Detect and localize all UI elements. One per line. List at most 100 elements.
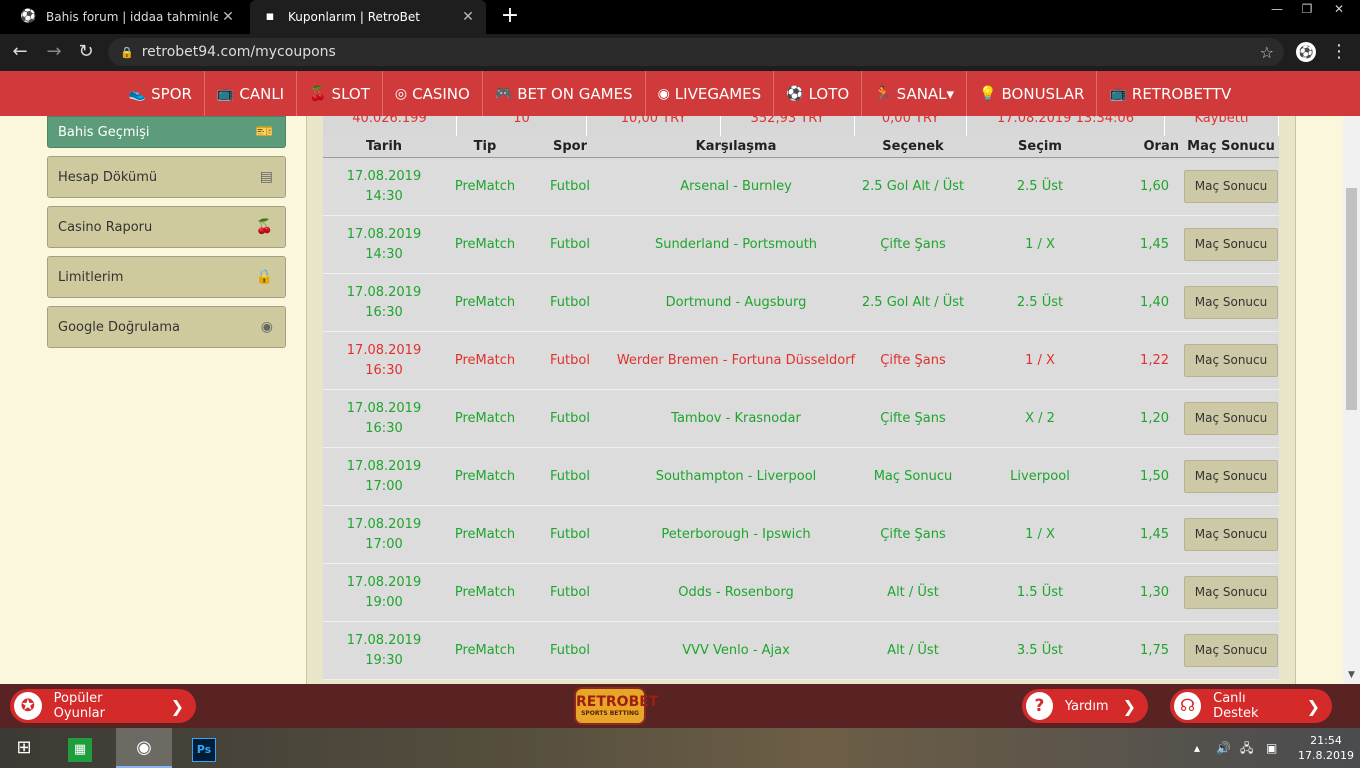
help-label: Yardım	[1064, 698, 1109, 714]
site-main-nav: 👟 SPOR 📺 CANLI 🍒 SLOT ◎ CASINO 🎮 BET ON GAMES ◉ LIV…	[0, 71, 1360, 116]
notification-icon[interactable]: ▣	[1266, 728, 1277, 768]
tray-expand-icon[interactable]: ▴	[1194, 728, 1200, 768]
clock-date: 17.8.2019	[1298, 749, 1354, 762]
match-result-button[interactable]: Maç Sonucu	[1184, 286, 1278, 319]
date-text: 17.08.2019	[346, 458, 422, 474]
account-sidebar: Bahis Geçmişi 🎫 Hesap Dökümü ▤ Casino Raporu…	[47, 116, 286, 356]
runner-icon: 🏃	[874, 85, 892, 102]
nav-item-retrobettv[interactable]: 📺 RETROBETTV	[1097, 71, 1243, 116]
live-support-button[interactable]: ☊ Canlı Destek ❯	[1170, 689, 1332, 723]
menu-kebab-icon[interactable]: ⋮	[1330, 40, 1348, 64]
popular-games-button[interactable]: ✪ Popüler Oyunlar ❯	[10, 689, 196, 723]
sidebar-item-bahis-geçmişi[interactable]: Bahis Geçmişi 🎫	[47, 116, 286, 148]
store-app-icon[interactable]: ▦	[56, 728, 104, 768]
close-tab-icon[interactable]: ✕	[218, 9, 238, 25]
time-text: 16:30	[365, 420, 403, 436]
nav-item-slot[interactable]: 🍒 SLOT	[297, 71, 383, 116]
bookmark-star-icon[interactable]: ☆	[1260, 43, 1274, 62]
table-row: 17.08.2019 19:30 PreMatch Futbol VVV Venlo -…	[323, 622, 1279, 680]
cell-selection: 1 / X	[1025, 352, 1055, 368]
chrome-app-icon[interactable]: ◉	[116, 728, 172, 768]
cell-selection: 3.5 Üst	[1016, 642, 1064, 658]
cell-result: Maç Sonucu	[1183, 576, 1279, 609]
date-text: 17.08.2019	[346, 574, 422, 590]
sidebar-item-casino-raporu[interactable]: Casino Raporu 🍒	[47, 206, 286, 248]
sidebar-item-hesap-dökümü[interactable]: Hesap Dökümü ▤	[47, 156, 286, 198]
cell-tip: PreMatch	[454, 352, 516, 368]
sidebar-item-limitlerim[interactable]: Limitlerim 🔒	[47, 256, 286, 298]
page-scrollbar[interactable]: ▼	[1343, 116, 1360, 684]
taskbar-clock[interactable]: 21:54 17.8.2019	[1298, 733, 1354, 763]
browser-tab-kuponlarim[interactable]: ▪ Kuponlarım | RetroBet ✕	[250, 0, 486, 34]
forward-arrow-icon[interactable]: →	[42, 40, 66, 64]
match-result-button[interactable]: Maç Sonucu	[1184, 344, 1278, 377]
chip-icon: ◎	[394, 85, 408, 102]
photoshop-app-icon[interactable]: Ps	[180, 728, 228, 768]
volume-icon[interactable]: 🔊	[1216, 728, 1231, 768]
google-icon: ◉	[260, 319, 273, 335]
minimize-icon[interactable]: —	[1262, 0, 1292, 20]
date-text: 17.08.2019	[346, 226, 422, 242]
browser-tab-bahis-forum[interactable]: ⚽ Bahis forum | iddaa tahminleri - B ✕	[8, 0, 246, 34]
table-body: 17.08.2019 14:30 PreMatch Futbol Arsenal - B…	[323, 158, 1279, 680]
sidebar-item-label: Hesap Dökümü	[58, 169, 158, 185]
header-secim: Seçim	[1018, 138, 1062, 154]
header-tip: Tip	[473, 138, 497, 154]
close-window-icon[interactable]: ✕	[1324, 0, 1354, 20]
address-bar[interactable]: 🔒 retrobet94.com/mycoupons ☆	[108, 38, 1284, 66]
nav-item-loto[interactable]: ⚽ LOTO	[774, 71, 863, 116]
scroll-down-arrow-icon[interactable]: ▼	[1343, 667, 1360, 684]
nav-item-spor[interactable]: 👟 SPOR	[117, 71, 205, 116]
nav-item-canli[interactable]: 📺 CANLI	[205, 71, 298, 116]
network-icon[interactable]: 🖧	[1240, 728, 1253, 768]
nav-item-label: SPOR	[151, 84, 192, 103]
tv-icon: 📺	[1109, 85, 1127, 102]
new-tab-button[interactable]: +	[498, 4, 522, 28]
match-result-button[interactable]: Maç Sonucu	[1184, 634, 1278, 667]
match-result-button[interactable]: Maç Sonucu	[1184, 576, 1278, 609]
restore-icon[interactable]: ❐	[1292, 0, 1322, 20]
time-text: 17:00	[365, 478, 403, 494]
cell-odds: 1,45	[1140, 236, 1169, 252]
soccer-extension-icon[interactable]: ⚽	[1296, 42, 1316, 62]
match-result-button[interactable]: Maç Sonucu	[1184, 170, 1278, 203]
match-result-button[interactable]: Maç Sonucu	[1184, 460, 1278, 493]
nav-item-sanal[interactable]: 🏃 SANAL ▾	[862, 71, 968, 116]
cell-spor: Futbol	[550, 584, 590, 600]
match-result-button[interactable]: Maç Sonucu	[1184, 518, 1278, 551]
cell-date: 17.08.2019 17:00	[323, 457, 445, 497]
windows-start-icon[interactable]: ⊞	[0, 728, 48, 768]
cell-odds: 1,45	[1140, 526, 1169, 542]
close-tab-icon[interactable]: ✕	[458, 9, 478, 25]
sidebar-item-google-doğrulama[interactable]: Google Doğrulama ◉	[47, 306, 286, 348]
reload-icon[interactable]: ↻	[74, 40, 98, 64]
cell-match: Arsenal - Burnley	[680, 178, 792, 194]
scrollbar-thumb[interactable]	[1346, 188, 1357, 410]
cell-result: Maç Sonucu	[1183, 634, 1279, 667]
match-result-button[interactable]: Maç Sonucu	[1184, 228, 1278, 261]
table-row: 17.08.2019 14:30 PreMatch Futbol Sunderland …	[323, 216, 1279, 274]
match-result-button[interactable]: Maç Sonucu	[1184, 402, 1278, 435]
header-karsilasma: Karşılaşma	[695, 138, 777, 154]
time-text: 16:30	[365, 304, 403, 320]
nav-item-bet-on-games[interactable]: 🎮 BET ON GAMES	[483, 71, 646, 116]
nav-item-casino[interactable]: ◎ CASINO	[383, 71, 483, 116]
cell-match: Odds - Rosenborg	[678, 584, 794, 600]
nav-item-label: BONUSLAR	[1001, 84, 1085, 103]
date-text: 17.08.2019	[346, 400, 422, 416]
header-tarih: Tarih	[365, 138, 403, 154]
table-row: 17.08.2019 14:30 PreMatch Futbol Arsenal - B…	[323, 158, 1279, 216]
site-bottom-bar: ✪ Popüler Oyunlar ❯ RETROBET SPORTS BETT…	[0, 684, 1360, 728]
retrobet-logo[interactable]: RETROBET SPORTS BETTING	[574, 687, 658, 725]
help-button[interactable]: ? Yardım ❯	[1022, 689, 1148, 723]
nav-item-label: CANLI	[239, 84, 285, 103]
back-arrow-icon[interactable]: ←	[8, 40, 32, 64]
cell-selection: 2.5 Üst	[1016, 178, 1064, 194]
nav-item-livegames[interactable]: ◉ LIVEGAMES	[646, 71, 775, 116]
coupons-panel: 40.026.199 10 10,00 TRY 352,93 TRY 0,00 TRY 1…	[306, 116, 1296, 684]
cell-date: 17.08.2019 14:30	[323, 167, 445, 207]
nav-item-bonuslar[interactable]: 💡 BONUSLAR	[967, 71, 1098, 116]
logo-text: RETROBET	[576, 694, 659, 710]
cell-match: Tambov - Krasnodar	[671, 410, 801, 426]
cell-option: 2.5 Gol Alt / Üst	[861, 294, 965, 310]
